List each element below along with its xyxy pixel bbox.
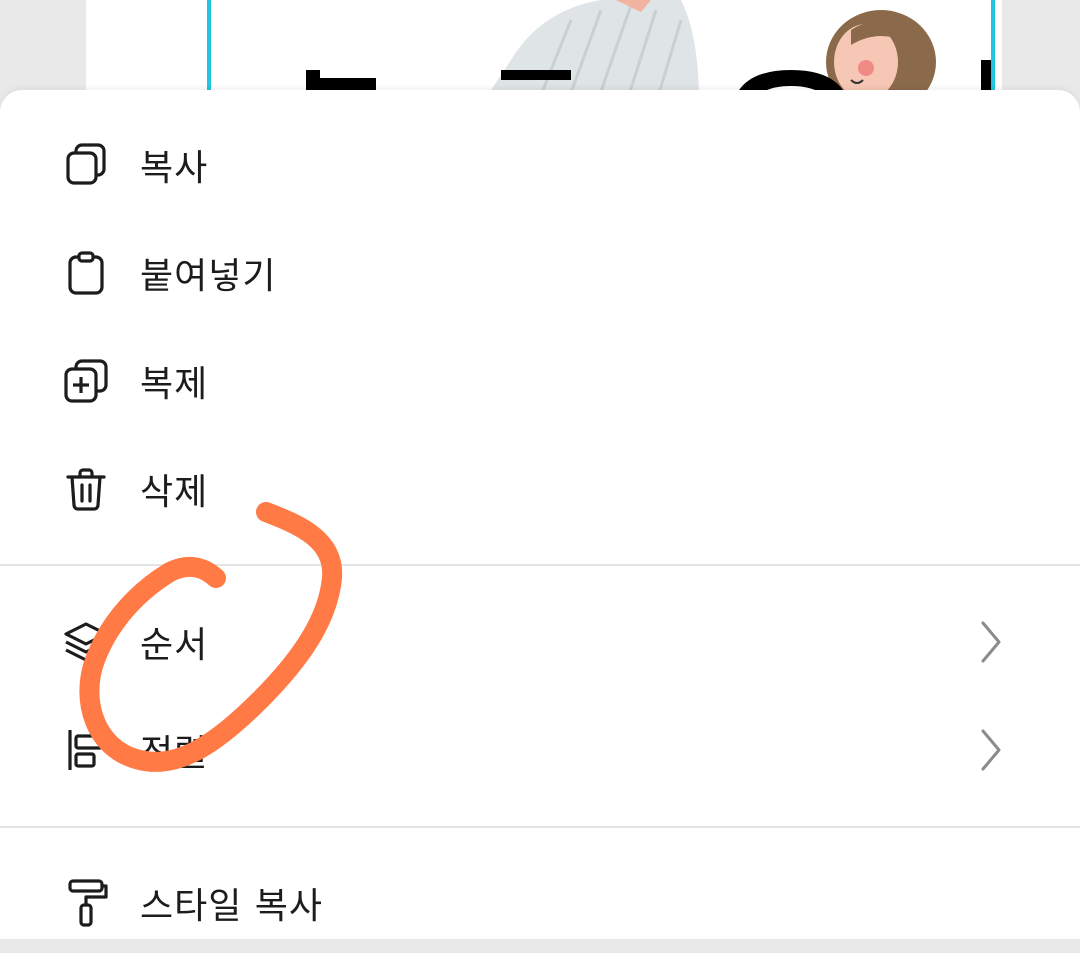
copy-icon [58, 137, 114, 193]
menu-item-duplicate[interactable]: 복제 [0, 331, 1080, 431]
menu-item-delete[interactable]: 삭제 [0, 439, 1080, 539]
menu-item-copy-style[interactable]: 스타일 복사 [0, 853, 1080, 953]
menu-label-align: 정렬 [140, 733, 209, 774]
layers-icon [58, 614, 114, 670]
menu-divider [0, 826, 1080, 828]
menu-label-copy: 복사 [140, 148, 209, 189]
trash-icon [58, 461, 114, 517]
menu-item-copy[interactable]: 복사 [0, 115, 1080, 215]
menu-label-copy-style: 스타일 복사 [140, 886, 324, 927]
paint-roller-icon [58, 875, 114, 931]
menu-item-paste[interactable]: 붙여넣기 [0, 223, 1080, 323]
menu-divider [0, 564, 1080, 566]
chevron-right-icon [970, 614, 1010, 670]
menu-label-paste: 붙여넣기 [140, 256, 277, 297]
chevron-right-icon [970, 722, 1010, 778]
menu-label-delete: 삭제 [140, 472, 209, 513]
menu-item-align[interactable]: 정렬 [0, 700, 1080, 800]
context-menu-sheet: 복사 붙여넣기 복제 삭제 순서 정렬 스타일 복사 [0, 90, 1080, 939]
align-icon [58, 722, 114, 778]
clipboard-icon [58, 245, 114, 301]
menu-item-order[interactable]: 순서 [0, 592, 1080, 692]
menu-label-duplicate: 복제 [140, 364, 209, 405]
menu-label-order: 순서 [140, 625, 209, 666]
duplicate-icon [58, 353, 114, 409]
